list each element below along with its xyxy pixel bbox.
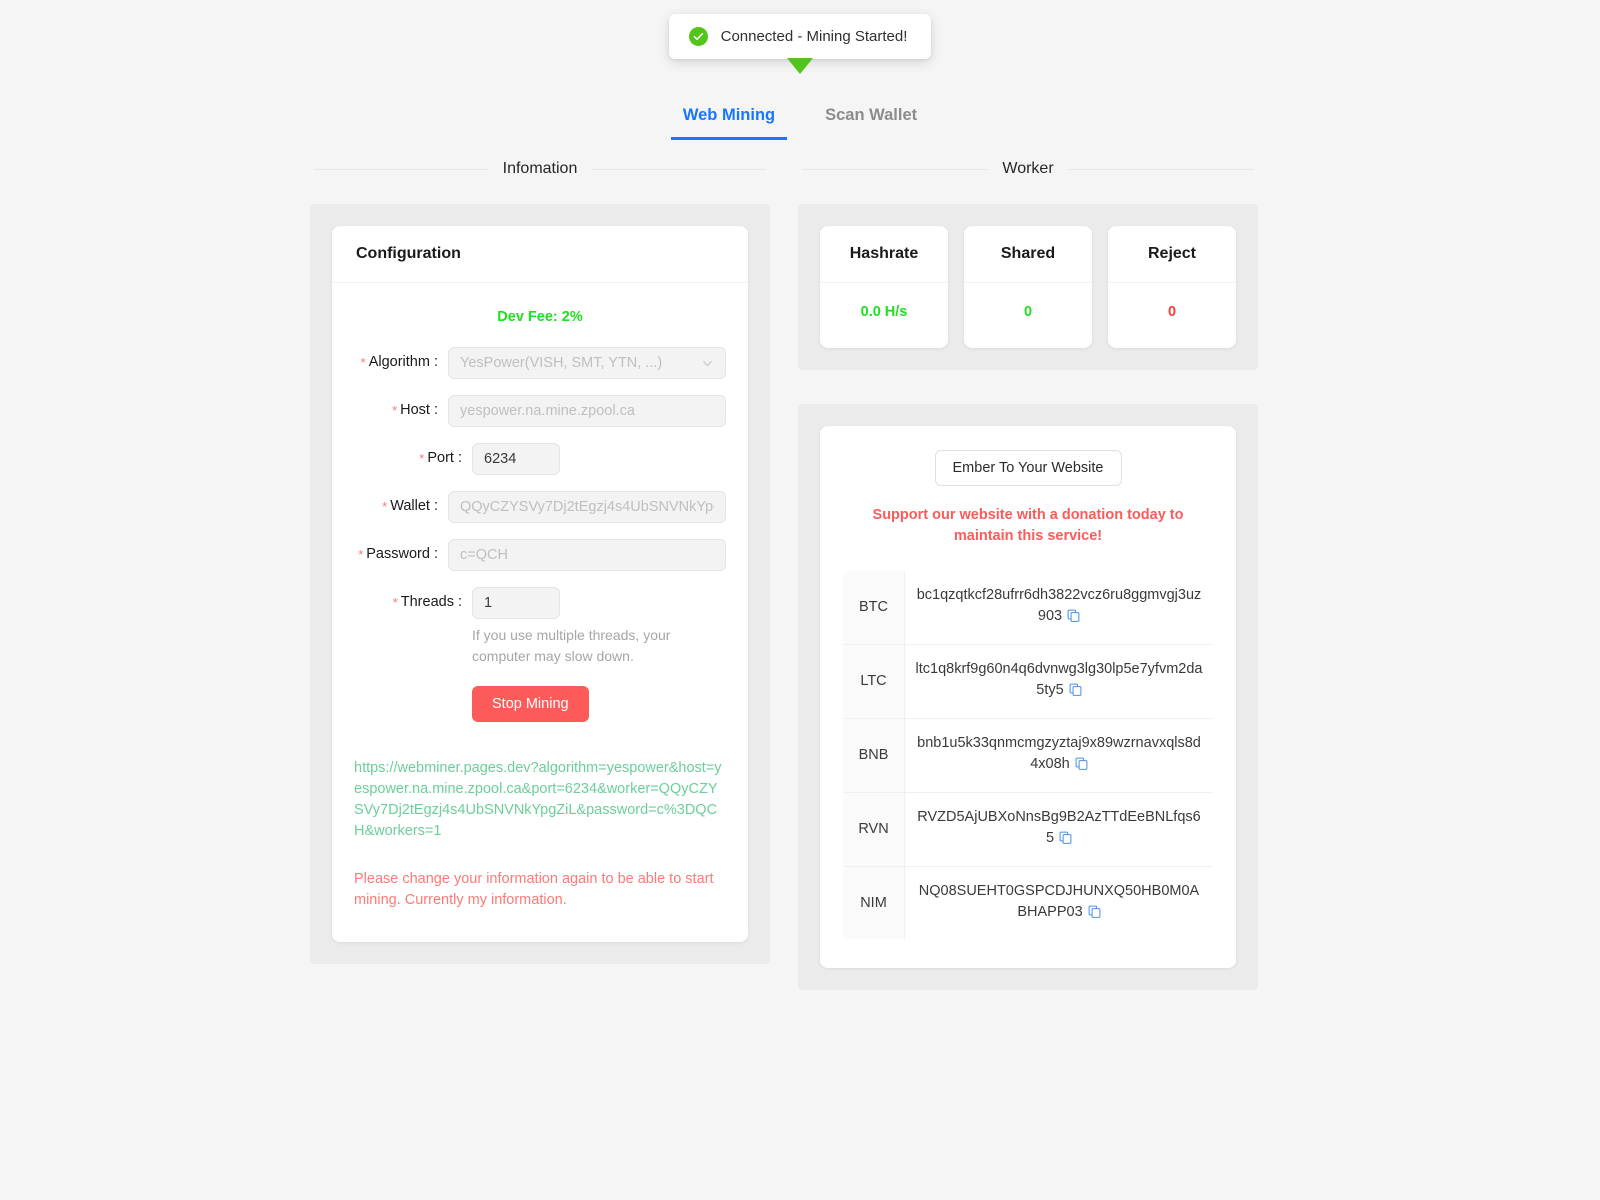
address-text-bnb: bnb1u5k33qnmcmgzyztaj9x89wzrnavxqls8d4x0… [917, 734, 1201, 773]
address-cell-nim: NQ08SUEHT0GSPCDJHUNXQ50HB0M0ABHAPP03 [904, 865, 1213, 940]
configuration-card-body: Dev Fee: 2% * Algorithm : YesPower(VISH, … [332, 283, 748, 942]
ember-to-your-website-button[interactable]: Ember To Your Website [934, 450, 1122, 486]
stat-value-reject: 0 [1167, 304, 1177, 320]
password-field-wrap [448, 539, 726, 571]
information-column: Infomation Configuration Dev Fee: 2% * Al… [310, 160, 770, 990]
chevron-down-icon [701, 357, 714, 370]
main-columns: Infomation Configuration Dev Fee: 2% * Al… [310, 160, 1258, 991]
copy-icon[interactable] [1059, 830, 1072, 851]
threads-hint: If you use multiple threads, your comput… [472, 627, 671, 664]
tab-spacer [787, 100, 813, 140]
tab-web-mining[interactable]: Web Mining [670, 100, 788, 140]
stat-card-hashrate: Hashrate 0.0 H/s [820, 226, 948, 348]
table-row: LTC ltc1q8krf9g60n4q6dvnwg3lg30lp5e7yfvm… [843, 643, 1213, 719]
ember-button-wrap: Ember To Your Website [842, 450, 1214, 486]
information-section-title: Infomation [310, 160, 770, 178]
worker-section-title: Worker [798, 160, 1258, 178]
address-cell-ltc: ltc1q8krf9g60n4q6dvnwg3lg30lp5e7yfvm2da5… [904, 643, 1213, 719]
form-row-host: * Host : [354, 395, 726, 427]
password-label: * Password : [358, 546, 438, 562]
port-label: * Port : [419, 450, 462, 466]
copy-icon[interactable] [1069, 682, 1082, 703]
copy-icon[interactable] [1088, 904, 1101, 925]
password-input[interactable] [448, 539, 726, 571]
coin-label-nim: NIM [843, 865, 905, 940]
address-text-btc: bc1qzqtkcf28ufrr6dh3822vcz6ru8ggmvgj3uz9… [916, 586, 1202, 625]
coin-label-btc: BTC [843, 570, 905, 645]
worker-stats-row: Hashrate 0.0 H/s Shared 0 Reject 0 [820, 226, 1236, 348]
required-star-icon: * [392, 402, 398, 418]
host-input[interactable] [448, 395, 726, 427]
form-row-algorithm: * Algorithm : YesPower(VISH, SMT, YTN, ..… [354, 347, 726, 379]
host-label: * Host : [392, 402, 438, 418]
stat-card-shared: Shared 0 [964, 226, 1092, 348]
form-row-wallet: * Wallet : [354, 491, 726, 523]
threads-field-wrap: If you use multiple threads, your comput… [472, 587, 726, 722]
port-input[interactable] [472, 443, 560, 475]
share-url-link[interactable]: https://webminer.pages.dev?algorithm=yes… [354, 758, 726, 843]
algorithm-label: * Algorithm : [360, 354, 438, 370]
toast-body: Connected - Mining Started! [668, 14, 932, 59]
host-field-wrap [448, 395, 726, 427]
copy-icon[interactable] [1067, 608, 1080, 629]
stop-mining-button[interactable]: Stop Mining [472, 686, 589, 722]
stat-title-reject: Reject [1108, 226, 1236, 283]
information-panel: Configuration Dev Fee: 2% * Algorithm : Y… [310, 204, 770, 964]
toast-message: Connected - Mining Started! [720, 28, 908, 45]
tab-scan-wallet[interactable]: Scan Wallet [813, 100, 929, 140]
donation-address-table: BTC bc1qzqtkcf28ufrr6dh3822vcz6ru8ggmvgj… [842, 569, 1214, 941]
donation-message: Support our website with a donation toda… [872, 507, 1184, 545]
donation-panel: Ember To Your Website Support our websit… [798, 404, 1258, 991]
table-row: RVN RVZD5AjUBXoNnsBg9B2AzTTdEeBNLfqs65 [843, 791, 1213, 867]
worker-column: Worker Hashrate 0.0 H/s Shared 0 Reject … [798, 160, 1258, 991]
address-text-ltc: ltc1q8krf9g60n4q6dvnwg3lg30lp5e7yfvm2da5… [915, 660, 1203, 699]
address-text-nim: NQ08SUEHT0GSPCDJHUNXQ50HB0M0ABHAPP03 [918, 882, 1200, 920]
coin-label-bnb: BNB [843, 717, 905, 793]
port-field-wrap [472, 443, 726, 475]
form-row-threads: *Threads : If you use multiple threads, … [354, 587, 726, 722]
dev-fee-label: Dev Fee: 2% [497, 309, 583, 325]
wallet-field-wrap [448, 491, 726, 523]
required-star-icon: * [419, 450, 425, 466]
wallet-label: * Wallet : [382, 498, 438, 514]
toast-notification: Connected - Mining Started! [0, 14, 1600, 74]
table-row: BTC bc1qzqtkcf28ufrr6dh3822vcz6ru8ggmvgj… [843, 570, 1213, 645]
address-cell-btc: bc1qzqtkcf28ufrr6dh3822vcz6ru8ggmvgj3uz9… [904, 570, 1213, 645]
configuration-card: Configuration Dev Fee: 2% * Algorithm : Y… [332, 226, 748, 942]
address-cell-bnb: bnb1u5k33qnmcmgzyztaj9x89wzrnavxqls8d4x0… [904, 717, 1213, 793]
stat-value-hashrate: 0.0 H/s [860, 304, 908, 320]
tab-bar: Web Mining Scan Wallet [0, 100, 1600, 140]
wallet-input[interactable] [448, 491, 726, 523]
stat-value-shared: 0 [1023, 304, 1033, 320]
coin-label-ltc: LTC [843, 643, 905, 719]
algorithm-select-value: YesPower(VISH, SMT, YTN, ...) [460, 355, 663, 371]
required-star-icon: * [358, 546, 364, 562]
required-star-icon: * [382, 498, 388, 514]
coin-label-rvn: RVN [843, 791, 905, 867]
threads-label: * Threads : [392, 594, 462, 610]
donation-card: Ember To Your Website Support our websit… [820, 426, 1236, 969]
stat-title-shared: Shared [964, 226, 1092, 283]
copy-icon[interactable] [1075, 756, 1088, 777]
form-row-port: * Port : [354, 443, 726, 475]
worker-stats-panel: Hashrate 0.0 H/s Shared 0 Reject 0 [798, 204, 1258, 370]
configuration-card-title: Configuration [332, 226, 748, 283]
table-row: BNB bnb1u5k33qnmcmgzyztaj9x89wzrnavxqls8… [843, 717, 1213, 793]
toast-pointer-arrow [787, 58, 813, 74]
required-star-icon: * [392, 594, 398, 610]
warning-message: Please change your information again to … [354, 870, 714, 909]
address-cell-rvn: RVZD5AjUBXoNnsBg9B2AzTTdEeBNLfqs65 [904, 791, 1213, 867]
stat-card-reject: Reject 0 [1108, 226, 1236, 348]
table-row: NIM NQ08SUEHT0GSPCDJHUNXQ50HB0M0ABHAPP03 [843, 865, 1213, 940]
threads-input[interactable] [472, 587, 560, 619]
form-row-password: * Password : [354, 539, 726, 571]
algorithm-field-wrap: YesPower(VISH, SMT, YTN, ...) [448, 347, 726, 379]
check-circle-icon [688, 27, 708, 46]
stat-title-hashrate: Hashrate [820, 226, 948, 283]
required-star-icon: * [360, 354, 366, 370]
algorithm-select[interactable]: YesPower(VISH, SMT, YTN, ...) [448, 347, 726, 379]
